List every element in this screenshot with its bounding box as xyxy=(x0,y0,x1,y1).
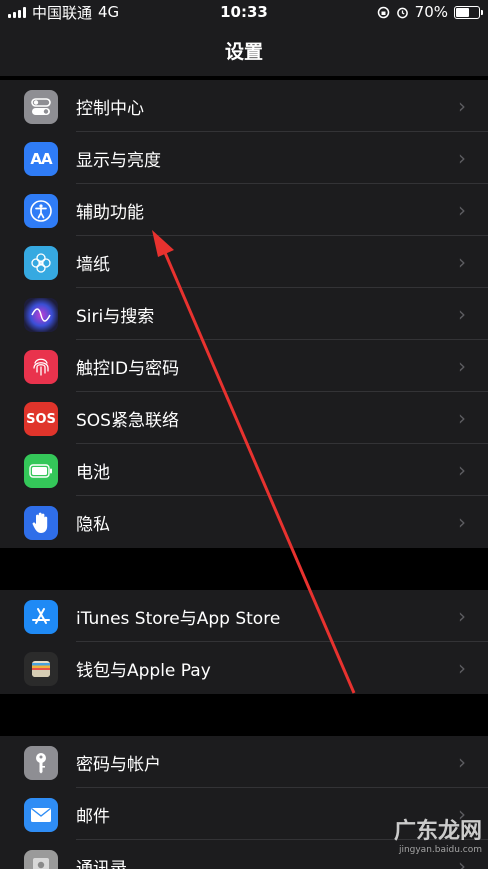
annotation-arrow xyxy=(152,230,356,694)
watermark: 广东龙网 jingyan.baidu.com xyxy=(394,813,482,855)
watermark-url: jingyan.baidu.com xyxy=(398,845,482,855)
watermark-text: 广东龙网 xyxy=(393,819,482,844)
